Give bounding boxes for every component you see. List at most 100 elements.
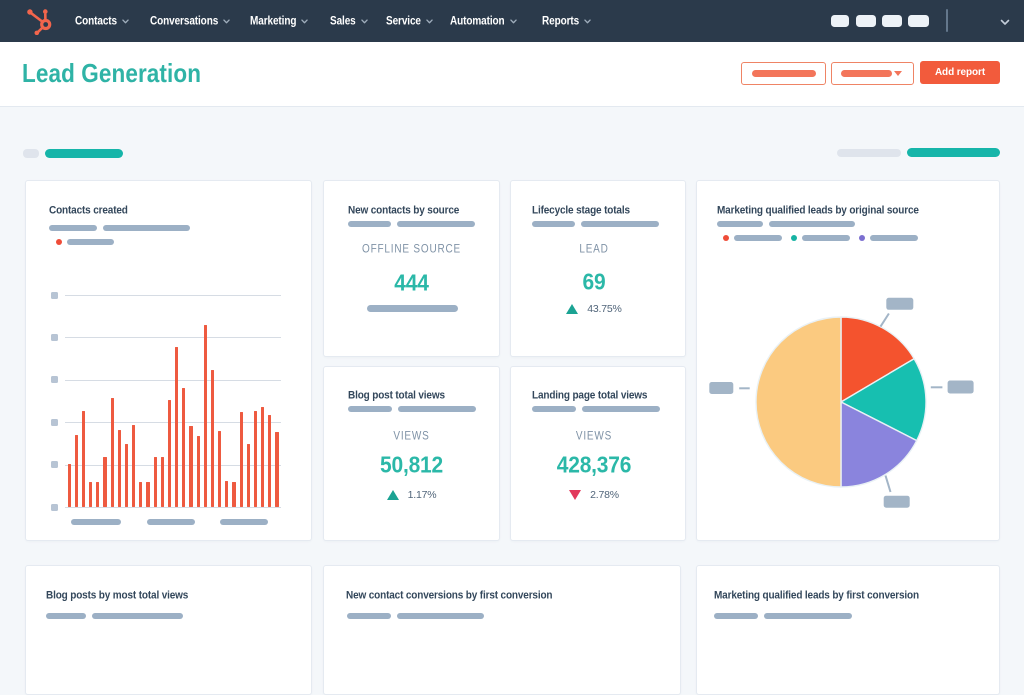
y-axis-tick-placeholder [51, 292, 58, 299]
delta-up-icon [566, 304, 578, 314]
bar[interactable] [103, 457, 106, 507]
nav-tool-icon-3[interactable] [882, 15, 902, 27]
legend-item [791, 235, 850, 241]
bar[interactable] [111, 398, 114, 507]
y-axis-tick-placeholder [51, 376, 58, 383]
subtitle-bar-placeholder [714, 613, 758, 619]
bar[interactable] [211, 370, 214, 507]
button-label-placeholder [752, 70, 816, 77]
pie-slice[interactable] [756, 317, 841, 487]
dropdown-caret-icon [894, 71, 902, 76]
callout-line [881, 314, 889, 327]
card-subtitle-placeholder [532, 406, 660, 412]
bar[interactable] [154, 457, 157, 507]
bar[interactable] [168, 400, 171, 507]
subtitle-bar-placeholder [103, 225, 190, 231]
bar[interactable] [218, 431, 221, 507]
filter-right-gray-placeholder[interactable] [837, 149, 901, 157]
delta-value: 2.78% [590, 489, 619, 501]
filter-right-teal-placeholder[interactable] [907, 148, 1000, 157]
gridline [65, 337, 281, 338]
kpi-value: 444 [324, 271, 499, 298]
bar[interactable] [232, 482, 235, 507]
card-contacts-created: Contacts created [25, 180, 312, 541]
header-action-placeholder-button[interactable] [741, 62, 826, 85]
legend-dot-icon [723, 235, 729, 241]
y-axis-tick-placeholder [51, 419, 58, 426]
chart-legend [56, 239, 114, 245]
filter-left-placeholder[interactable] [45, 149, 123, 158]
bar[interactable] [182, 388, 185, 507]
nav-divider [946, 9, 948, 32]
subtitle-bar-placeholder [92, 613, 183, 619]
legend-label-placeholder [67, 239, 114, 245]
card-title: New contact conversions by first convers… [346, 589, 552, 601]
dropdown-label-placeholder [841, 70, 892, 77]
bar[interactable] [254, 411, 257, 507]
top-nav: ContactsConversationsMarketingSalesServi… [0, 0, 1024, 42]
card-subtitle-placeholder [532, 221, 659, 227]
bar[interactable] [89, 482, 92, 507]
bar[interactable] [189, 426, 192, 507]
y-axis-tick-placeholder [51, 504, 58, 511]
bar[interactable] [75, 435, 78, 507]
card-subtitle-placeholder [49, 225, 190, 231]
bar[interactable] [132, 425, 135, 507]
bar[interactable] [139, 482, 142, 507]
bar[interactable] [118, 430, 121, 507]
add-report-button[interactable]: Add report [920, 61, 1000, 84]
subtitle-bar-placeholder [532, 221, 575, 227]
callout-label-placeholder [886, 298, 913, 310]
bar[interactable] [225, 481, 228, 507]
bar[interactable] [204, 325, 207, 507]
x-axis-tick-placeholder [71, 519, 121, 525]
subtitle-bar-placeholder [397, 221, 475, 227]
bar[interactable] [125, 444, 128, 507]
kpi-delta: 1.17% [324, 489, 499, 501]
gridline [65, 507, 281, 508]
legend-dot-icon [859, 235, 865, 241]
bar[interactable] [275, 432, 278, 507]
kpi-value: 69 [507, 270, 681, 297]
legend-dot-icon [791, 235, 797, 241]
account-chevron-down-icon[interactable] [1000, 19, 1010, 26]
card-title: Marketing qualified leads by original so… [717, 204, 919, 216]
subtitle-bar-placeholder [717, 221, 763, 227]
bar[interactable] [240, 412, 243, 507]
filter-icon-placeholder[interactable] [23, 149, 39, 158]
bar[interactable] [96, 482, 99, 507]
card-mql-by-original-source: Marketing qualified leads by original so… [696, 180, 1000, 541]
bar[interactable] [261, 407, 264, 507]
kpi-label: OFFLINE SOURCE [324, 243, 499, 256]
delta-up-icon [387, 490, 399, 500]
subtitle-bar-placeholder [49, 225, 97, 231]
nav-tool-icon-1[interactable] [831, 15, 849, 27]
callout-label-placeholder [709, 382, 733, 394]
page-header: Lead Generation Add report [0, 42, 1024, 107]
bar[interactable] [247, 444, 250, 507]
subtitle-bar-placeholder [397, 613, 484, 619]
subtitle-bar-placeholder [348, 221, 391, 227]
nav-tool-icon-2[interactable] [856, 15, 876, 27]
x-axis-tick-placeholder [220, 519, 268, 525]
kpi-value: 428,376 [507, 453, 681, 480]
bar[interactable] [146, 482, 149, 507]
subtitle-bar-placeholder [532, 406, 576, 412]
card-subtitle-placeholder [46, 613, 183, 619]
card-subtitle-placeholder [714, 613, 852, 619]
header-dropdown-placeholder[interactable] [831, 62, 914, 85]
kpi-delta: 2.78% [507, 489, 681, 501]
bar[interactable] [175, 347, 178, 507]
bar[interactable] [82, 411, 85, 507]
bar[interactable] [197, 436, 200, 507]
kpi-delta: 43.75% [507, 303, 681, 315]
kpi-label: VIEWS [324, 430, 499, 443]
bar[interactable] [268, 415, 271, 507]
gridline [65, 422, 281, 423]
nav-tool-icon-4[interactable] [908, 15, 929, 27]
bar[interactable] [161, 457, 164, 507]
card-title: Lifecycle stage totals [532, 204, 630, 216]
gridline [65, 380, 281, 381]
card-new-contacts-by-source: New contacts by source OFFLINE SOURCE 44… [323, 180, 500, 357]
bar[interactable] [68, 464, 71, 507]
